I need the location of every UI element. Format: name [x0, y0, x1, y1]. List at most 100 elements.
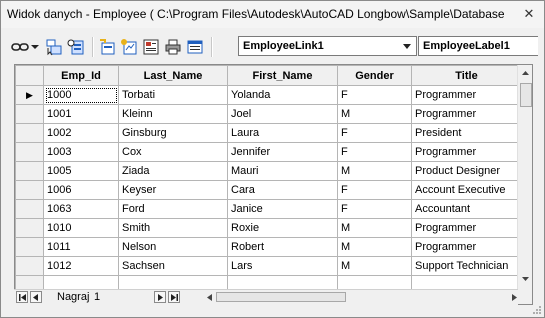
horizontal-scrollbar[interactable] — [206, 291, 518, 304]
cell-gender[interactable]: F — [337, 123, 412, 143]
cell-first-name[interactable]: Jennifer — [227, 142, 338, 162]
data-grid[interactable]: Emp_Id Last_Name First_Name Gender Title… — [14, 64, 533, 305]
cell-last-name[interactable]: Ginsburg — [118, 123, 228, 143]
table-row[interactable]: 1002 Ginsburg Laura F President — [15, 123, 522, 143]
column-header-first-name[interactable]: First_Name — [227, 65, 338, 86]
cell-emp-id[interactable]: 1001 — [43, 104, 119, 124]
cell-title[interactable]: Programmer — [411, 104, 522, 124]
cell-gender[interactable]: F — [337, 142, 412, 162]
table-row[interactable]: 1010 Smith Roxie M Programmer — [15, 218, 522, 238]
cell-emp-id[interactable]: 1000 — [43, 85, 119, 105]
cell-title[interactable]: Programmer — [411, 218, 522, 238]
cell-title[interactable]: Programmer — [411, 142, 522, 162]
scroll-down-button[interactable] — [518, 271, 532, 286]
title-bar[interactable]: Widok danych - Employee ( C:\Program Fil… — [1, 1, 544, 28]
table-row[interactable]: 1011 Nelson Robert M Programmer — [15, 237, 522, 257]
row-selector[interactable] — [15, 104, 44, 124]
scroll-up-button[interactable] — [518, 65, 532, 80]
column-header-title[interactable]: Title — [411, 65, 522, 86]
link-icon[interactable] — [11, 37, 29, 57]
row-selector[interactable] — [15, 218, 44, 238]
cell-first-name[interactable]: Mauri — [227, 161, 338, 181]
cell-last-name[interactable]: Ziada — [118, 161, 228, 181]
column-header-last-name[interactable]: Last_Name — [118, 65, 228, 86]
cell-last-name[interactable]: Sachsen — [118, 256, 228, 276]
row-selector[interactable] — [15, 142, 44, 162]
label-template-dropdown[interactable]: EmployeeLabel1 — [418, 36, 538, 56]
cell-first-name[interactable]: Laura — [227, 123, 338, 143]
vertical-scrollbar[interactable] — [517, 65, 532, 304]
next-record-button[interactable] — [154, 291, 166, 303]
query-icon[interactable] — [141, 37, 161, 57]
cell-emp-id[interactable]: 1012 — [43, 256, 119, 276]
cell-first-name[interactable]: Lars — [227, 256, 338, 276]
select-objects-icon[interactable] — [44, 37, 64, 57]
table-row[interactable]: 1012 Sachsen Lars M Support Technician — [15, 256, 522, 276]
previous-record-button[interactable] — [30, 291, 42, 303]
cell-emp-id[interactable]: 1005 — [43, 161, 119, 181]
row-selector[interactable]: ▶ — [15, 85, 44, 105]
cell-last-name[interactable]: Cox — [118, 142, 228, 162]
cell-first-name[interactable]: Yolanda — [227, 85, 338, 105]
cell-gender[interactable]: F — [337, 180, 412, 200]
cell-gender[interactable]: M — [337, 218, 412, 238]
cell-first-name[interactable]: Janice — [227, 199, 338, 219]
cell-last-name[interactable]: Nelson — [118, 237, 228, 257]
row-selector[interactable] — [15, 256, 44, 276]
table-row[interactable]: 1001 Kleinn Joel M Programmer — [15, 104, 522, 124]
link-template-icon[interactable] — [97, 37, 117, 57]
row-selector[interactable] — [15, 161, 44, 181]
cell-title[interactable]: Support Technician — [411, 256, 522, 276]
format-icon[interactable] — [185, 37, 205, 57]
cell-last-name[interactable]: Torbati — [118, 85, 228, 105]
cell-emp-id[interactable]: 1011 — [43, 237, 119, 257]
resize-grip-icon[interactable] — [532, 305, 542, 315]
cell-gender[interactable]: F — [337, 199, 412, 219]
cell-last-name[interactable]: Ford — [118, 199, 228, 219]
horizontal-scroll-thumb[interactable] — [216, 292, 346, 302]
cell-emp-id[interactable]: 1002 — [43, 123, 119, 143]
close-button[interactable]: ✕ — [520, 6, 538, 22]
row-selector[interactable] — [15, 123, 44, 143]
vertical-scroll-thumb[interactable] — [520, 83, 532, 107]
cell-first-name[interactable]: Roxie — [227, 218, 338, 238]
column-header-gender[interactable]: Gender — [337, 65, 412, 86]
cell-title[interactable]: Accountant — [411, 199, 522, 219]
table-row[interactable]: ▶ 1000 Torbati Yolanda F Programmer — [15, 85, 522, 105]
cell-gender[interactable]: M — [337, 161, 412, 181]
cell-gender[interactable]: M — [337, 237, 412, 257]
cell-first-name[interactable]: Joel — [227, 104, 338, 124]
cell-title[interactable]: President — [411, 123, 522, 143]
cell-last-name[interactable]: Kleinn — [118, 104, 228, 124]
chevron-down-icon[interactable] — [400, 39, 414, 53]
cell-last-name[interactable]: Smith — [118, 218, 228, 238]
link-template-dropdown[interactable]: EmployeeLink1 — [238, 36, 417, 56]
dropdown-arrow-icon[interactable] — [30, 37, 40, 57]
cell-gender[interactable]: M — [337, 104, 412, 124]
cell-gender[interactable]: M — [337, 256, 412, 276]
table-row[interactable]: 1063 Ford Janice F Accountant — [15, 199, 522, 219]
cell-emp-id[interactable]: 1063 — [43, 199, 119, 219]
cell-title[interactable]: Account Executive — [411, 180, 522, 200]
find-record-icon[interactable] — [66, 37, 86, 57]
label-template-icon[interactable] — [119, 37, 139, 57]
table-row[interactable]: 1003 Cox Jennifer F Programmer — [15, 142, 522, 162]
first-record-button[interactable] — [16, 291, 28, 303]
record-number-input[interactable]: 1 — [94, 291, 152, 303]
cell-emp-id[interactable]: 1003 — [43, 142, 119, 162]
cell-emp-id[interactable]: 1006 — [43, 180, 119, 200]
cell-title[interactable]: Product Designer — [411, 161, 522, 181]
table-row[interactable]: 1006 Keyser Cara F Account Executive — [15, 180, 522, 200]
last-record-button[interactable] — [168, 291, 180, 303]
cell-gender[interactable]: F — [337, 85, 412, 105]
column-header-emp-id[interactable]: Emp_Id — [43, 65, 119, 86]
cell-emp-id[interactable]: 1010 — [43, 218, 119, 238]
row-selector[interactable] — [15, 180, 44, 200]
cell-title[interactable]: Programmer — [411, 237, 522, 257]
row-selector[interactable] — [15, 237, 44, 257]
print-icon[interactable] — [163, 37, 183, 57]
cell-first-name[interactable]: Cara — [227, 180, 338, 200]
row-selector[interactable] — [15, 199, 44, 219]
cell-last-name[interactable]: Keyser — [118, 180, 228, 200]
cell-first-name[interactable]: Robert — [227, 237, 338, 257]
